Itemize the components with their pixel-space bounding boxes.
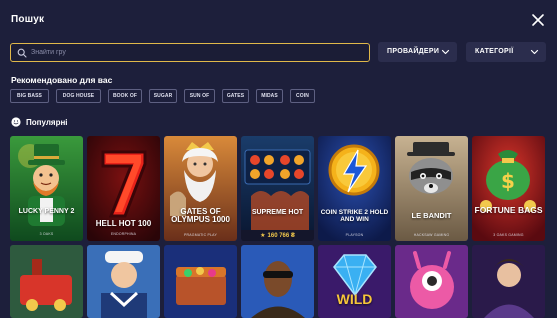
raccoon-artwork xyxy=(395,136,468,241)
chevron-down-icon xyxy=(530,49,539,55)
smile-icon xyxy=(11,117,21,127)
tag-midas[interactable]: MIDAS xyxy=(256,89,283,103)
tag-coin[interactable]: COIN xyxy=(290,89,315,103)
leprechaun-artwork xyxy=(10,136,83,241)
sailor-artwork xyxy=(87,245,160,318)
rapper-artwork xyxy=(241,245,314,318)
page-title: Пошук xyxy=(11,14,45,25)
game-provider: ENDORPHINA xyxy=(110,232,137,236)
search-box[interactable] xyxy=(10,43,370,62)
chevron-down-icon xyxy=(441,49,450,55)
tag-sugar[interactable]: SUGAR xyxy=(149,89,177,103)
magician-artwork xyxy=(472,245,545,318)
categories-dropdown-label: КАТЕГОРІЇ xyxy=(475,48,514,55)
categories-dropdown[interactable]: КАТЕГОРІЇ xyxy=(466,42,546,62)
lightning-coin-artwork xyxy=(318,136,391,241)
train-artwork xyxy=(10,245,83,318)
recommended-title: Рекомендовано для вас xyxy=(11,75,113,85)
game-tile[interactable] xyxy=(472,245,545,318)
game-tile-coin-strike-2[interactable]: COIN STRIKE 2 HOLD AND WIN PLAYSON xyxy=(318,136,391,241)
game-tile-gates-of-olympus-1000[interactable]: GATES OF OLYMPUS 1000 PRAGMATIC PLAY xyxy=(164,136,237,241)
game-tile-lucky-penny-2[interactable]: LUCKY PENNY 2 3 OAKS xyxy=(10,136,83,241)
game-name: HELL HOT 100 xyxy=(95,219,152,228)
star-icon: ★ xyxy=(260,233,266,239)
money-bag-artwork: $ xyxy=(472,136,545,241)
modal-header: Пошук xyxy=(0,0,557,40)
game-name: LUCKY PENNY 2 xyxy=(18,208,75,215)
jackpot-amount: 160 766 ₴ xyxy=(267,232,295,239)
game-provider: PRAGMATIC PLAY xyxy=(183,233,217,237)
game-tile[interactable] xyxy=(395,245,468,318)
game-name: COIN STRIKE 2 HOLD AND WIN xyxy=(320,209,389,223)
jackpot-badge: ★ 160 766 ₴ xyxy=(241,230,314,241)
game-tile[interactable] xyxy=(164,245,237,318)
tag-gates[interactable]: GATES xyxy=(222,89,249,103)
providers-dropdown-label: ПРОВАЙДЕРИ xyxy=(387,48,440,55)
game-provider: PLAYSON xyxy=(345,233,364,237)
game-provider: 3 OAKS xyxy=(39,232,54,236)
zeus-artwork xyxy=(164,136,237,241)
game-provider: HACKSAW GAMING xyxy=(413,233,450,237)
game-name: LE BANDIT xyxy=(411,211,452,220)
game-tile-fortune-bags[interactable]: $ FORTUNE BAGS 3 OAKS GAMING xyxy=(472,136,545,241)
tag-dog-house[interactable]: DOG HOUSE xyxy=(56,89,101,103)
search-icon xyxy=(17,48,27,58)
game-name: SUPREME HOT xyxy=(251,209,304,216)
tag-sun-of[interactable]: SUN OF xyxy=(184,89,215,103)
game-tile-wild[interactable]: WILD xyxy=(318,245,391,318)
treasure-artwork xyxy=(164,245,237,318)
game-tile[interactable] xyxy=(241,245,314,318)
tag-big-bass[interactable]: BIG BASS xyxy=(10,89,49,103)
game-tile-le-bandit[interactable]: LE BANDIT HACKSAW GAMING xyxy=(395,136,468,241)
diamond-artwork xyxy=(318,245,391,318)
game-name: GATES OF OLYMPUS 1000 xyxy=(171,207,230,225)
popular-title: Популярні xyxy=(26,118,68,127)
game-tile[interactable] xyxy=(10,245,83,318)
providers-dropdown[interactable]: ПРОВАЙДЕРИ xyxy=(378,42,457,62)
game-name: WILD xyxy=(336,291,373,307)
game-name: FORTUNE BAGS xyxy=(474,205,543,215)
game-tile-hell-hot-100[interactable]: HELL HOT 100 ENDORPHINA xyxy=(87,136,160,241)
game-provider: 3 OAKS GAMING xyxy=(493,233,524,237)
game-tile[interactable] xyxy=(87,245,160,318)
game-tile-supreme-hot[interactable]: SUPREME HOT ★ 160 766 ₴ xyxy=(241,136,314,241)
monster-artwork xyxy=(395,245,468,318)
svg-text:$: $ xyxy=(501,169,515,193)
tag-book-of[interactable]: BOOK OF xyxy=(108,89,142,103)
search-input[interactable] xyxy=(31,45,361,60)
close-icon[interactable] xyxy=(531,13,545,27)
